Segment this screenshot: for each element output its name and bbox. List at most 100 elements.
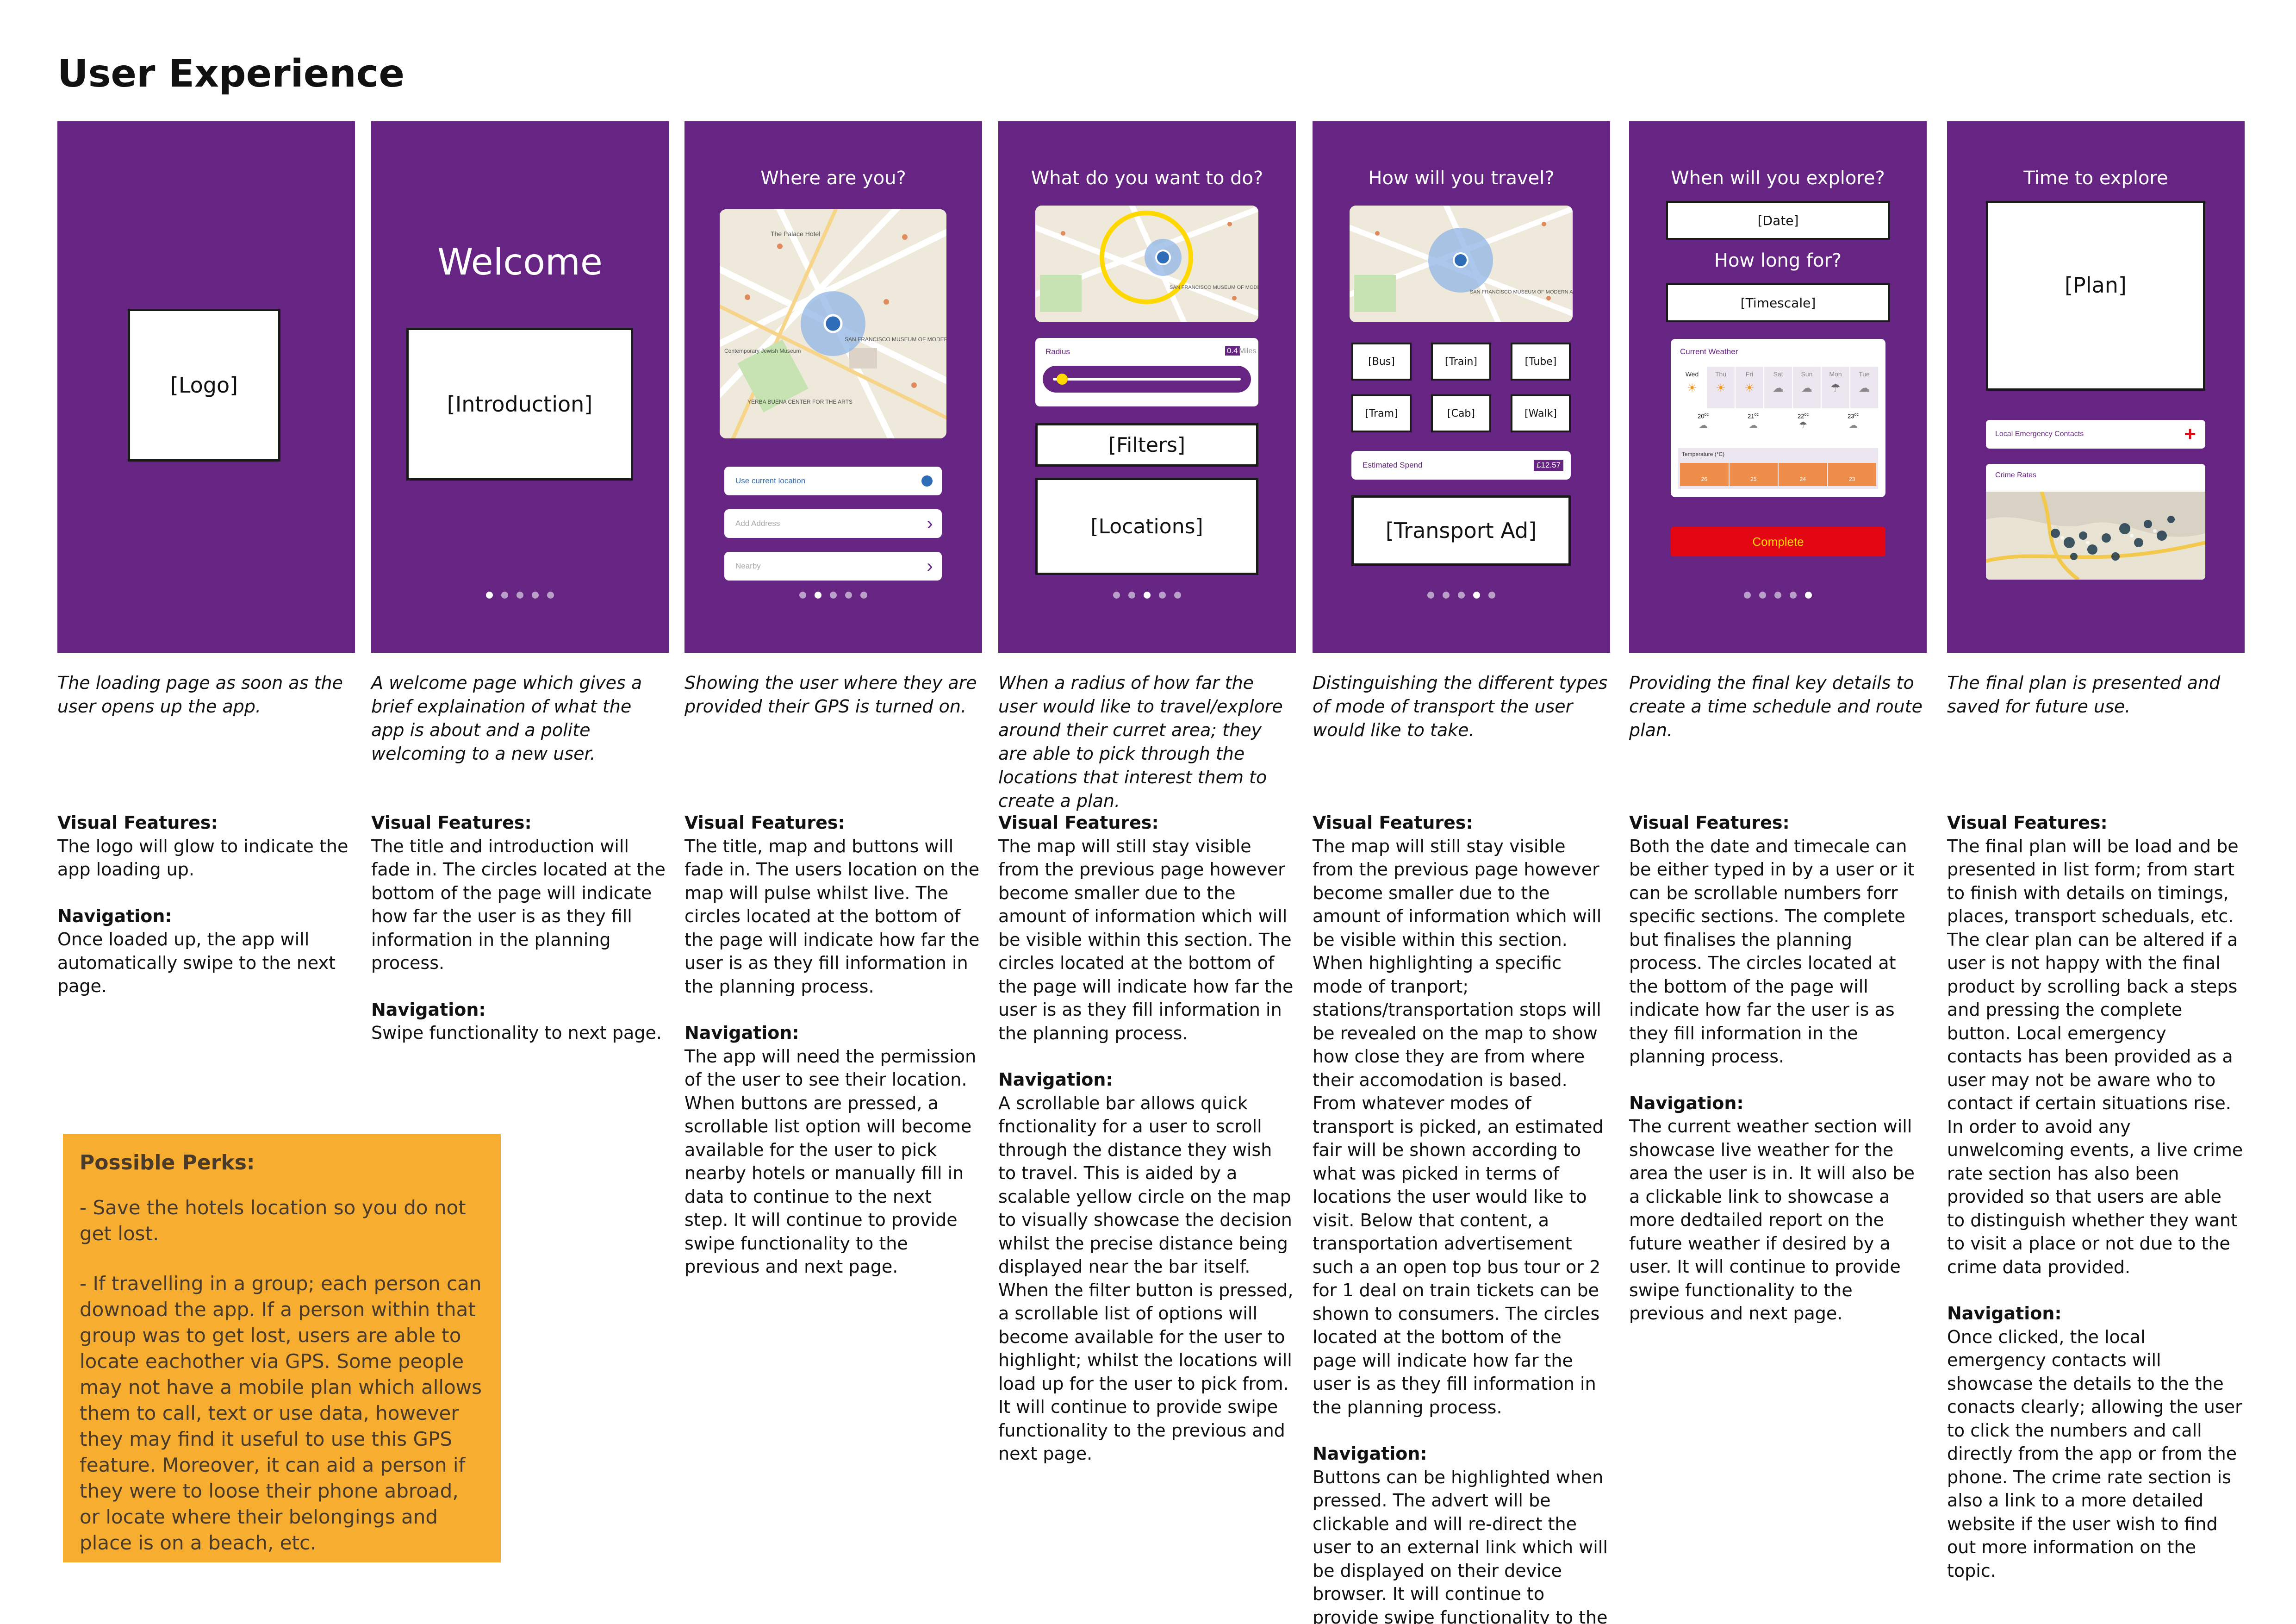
progress-dot — [1159, 592, 1166, 599]
mode-tram-button[interactable]: [Tram] — [1351, 394, 1412, 432]
weather-day: Thu ☀ — [1707, 367, 1735, 408]
transport-ad[interactable]: [Transport Ad] — [1351, 495, 1571, 566]
navigation-text: Once clicked, the local emergency contac… — [1947, 1326, 2242, 1581]
temp-unit: oc — [1754, 412, 1759, 417]
temp-unit: oc — [1854, 412, 1859, 417]
mode-bus-button[interactable]: [Bus] — [1351, 343, 1412, 381]
perks-title: Possible Perks: — [80, 1151, 255, 1174]
add-address-field[interactable]: Add Address › — [724, 509, 942, 538]
navigation-heading: Navigation: — [1313, 1443, 1427, 1464]
visual-features-heading: Visual Features: — [684, 812, 845, 833]
weather-day: Mon ☂ — [1822, 367, 1849, 408]
map-label-palace: The Palace Hotel — [771, 230, 820, 237]
notes-column-5: Visual Features: The map will still stay… — [1313, 811, 1609, 1624]
location-dot-icon — [921, 475, 933, 487]
description-3: Showing the user where they are provided… — [684, 673, 977, 717]
temperature-bar: 23 — [1828, 463, 1876, 486]
filters-button[interactable]: [Filters] — [1035, 423, 1258, 467]
progress-dot — [1488, 592, 1495, 599]
timescale-input[interactable]: [Timescale] — [1666, 283, 1890, 322]
plan-panel[interactable]: [Plan] — [1986, 201, 2205, 391]
cloud-icon: ☁ — [1801, 382, 1812, 394]
visual-features-text: The logo will glow to indicate the app l… — [57, 836, 348, 880]
rain-icon: ☂ — [1799, 420, 1807, 431]
weather-day-label: Mon — [1829, 370, 1842, 378]
temp-unit: oc — [1804, 412, 1809, 417]
mode-cab-button[interactable]: [Cab] — [1431, 394, 1491, 432]
add-address-label: Add Address — [735, 519, 780, 528]
estimated-spend-bar: Estimated Spend £12.57 — [1351, 451, 1571, 480]
weather-panel[interactable]: Current Weather Wed ☀ Thu ☀ Fri ☀ Sat ☁ Sun ☁… — [1671, 339, 1885, 497]
estimated-spend-value: £12.57 — [1534, 460, 1563, 471]
progress-dot — [830, 592, 837, 599]
progress-dot — [1790, 592, 1797, 599]
navigation-text: The app will need the permission of the … — [684, 1046, 977, 1277]
location-map[interactable]: The Palace Hotel Contemporary Jewish Mus… — [720, 209, 946, 438]
notes-column-1: Visual Features: The logo will glow to i… — [57, 811, 354, 998]
progress-dot — [1774, 592, 1781, 599]
progress-dots — [998, 592, 1296, 599]
visual-features-heading: Visual Features: — [998, 812, 1159, 833]
notes-column-6: Visual Features: Both the date and timec… — [1629, 811, 1925, 1325]
duration-heading: How long for? — [1714, 250, 1842, 271]
map-label-museum: SAN FRANCISCO MUSEUM OF MODERN ART — [1170, 285, 1258, 290]
progress-dot — [547, 592, 554, 599]
progress-dot — [1427, 592, 1434, 599]
crime-rates-label: Crime Rates — [1995, 471, 2036, 479]
progress-dots — [1313, 592, 1610, 599]
weather-day-label: Sat — [1773, 370, 1783, 378]
map-graphic: SAN FRANCISCO MUSEUM OF MODERN ART — [1035, 206, 1258, 322]
introduction-placeholder: [Introduction] — [406, 328, 633, 481]
temperature-bar: 26 — [1680, 463, 1729, 486]
temp-value: 23 — [1848, 412, 1854, 420]
map-label-museum: SAN FRANCISCO MUSEUM OF MODERN ART — [845, 336, 946, 343]
navigation-text: A scrollable bar allows quick fnctionali… — [998, 1093, 1294, 1464]
visual-features-text: The final plan will be load and be prese… — [1947, 836, 2243, 1277]
chevron-right-icon: › — [927, 556, 933, 576]
nearby-field[interactable]: Nearby › — [724, 552, 942, 581]
progress-dot — [799, 592, 806, 599]
cloud-icon: ☁ — [1748, 420, 1758, 431]
weather-title: Current Weather — [1680, 347, 1738, 356]
cloud-icon: ☁ — [1699, 420, 1708, 431]
progress-dot — [486, 592, 493, 599]
visual-features-text: The title, map and buttons will fade in.… — [684, 836, 980, 997]
activity-map[interactable]: SAN FRANCISCO MUSEUM OF MODERN ART — [1035, 206, 1258, 322]
navigation-text: Buttons can be highlighted when pressed.… — [1313, 1467, 1608, 1624]
complete-button[interactable]: Complete — [1671, 527, 1885, 556]
visual-features-text: The title and introduction will fade in.… — [371, 836, 666, 974]
perk-item: - If travelling in a group; each person … — [80, 1272, 482, 1554]
weather-day: Wed ☀ — [1678, 367, 1706, 408]
mode-walk-button[interactable]: [Walk] — [1511, 394, 1571, 432]
weather-day-label: Sun — [1801, 370, 1813, 378]
sun-icon: ☀ — [1716, 382, 1726, 394]
progress-dot — [1443, 592, 1450, 599]
progress-dots — [371, 592, 669, 599]
progress-dot — [1744, 592, 1751, 599]
radius-slider-thumb[interactable] — [1057, 374, 1068, 385]
cloud-icon: ☁ — [1859, 382, 1870, 394]
logo-placeholder: [Logo] — [128, 309, 280, 462]
radius-value: 0.4 — [1225, 346, 1240, 356]
progress-dot — [860, 592, 867, 599]
radius-unit: Miles — [1239, 347, 1257, 355]
screen-heading: How will you travel? — [1368, 168, 1555, 189]
weather-day-label: Tue — [1859, 370, 1870, 378]
radius-slider[interactable] — [1043, 366, 1251, 393]
use-current-location-button[interactable]: Use current location — [724, 467, 942, 495]
perk-item: - Save the hotels location so you do not… — [80, 1196, 466, 1245]
mode-tube-button[interactable]: [Tube] — [1511, 343, 1571, 381]
emergency-contacts-button[interactable]: Local Emergency Contacts + — [1986, 420, 2205, 449]
locations-list[interactable]: [Locations] — [1035, 478, 1258, 575]
temperature-label: Temperature (°C) — [1682, 451, 1725, 457]
progress-dot — [1174, 592, 1181, 599]
progress-dot — [1805, 592, 1812, 599]
nearby-label: Nearby — [735, 562, 761, 570]
transport-map[interactable]: SAN FRANCISCO MUSEUM OF MODERN ART — [1350, 206, 1573, 322]
chevron-right-icon: › — [927, 513, 933, 534]
crime-rates-panel[interactable]: Crime Rates — [1986, 464, 2205, 580]
date-input[interactable]: [Date] — [1666, 201, 1890, 240]
screen-loading: [Logo] — [57, 121, 355, 653]
progress-dot — [1128, 592, 1135, 599]
mode-train-button[interactable]: [Train] — [1431, 343, 1491, 381]
